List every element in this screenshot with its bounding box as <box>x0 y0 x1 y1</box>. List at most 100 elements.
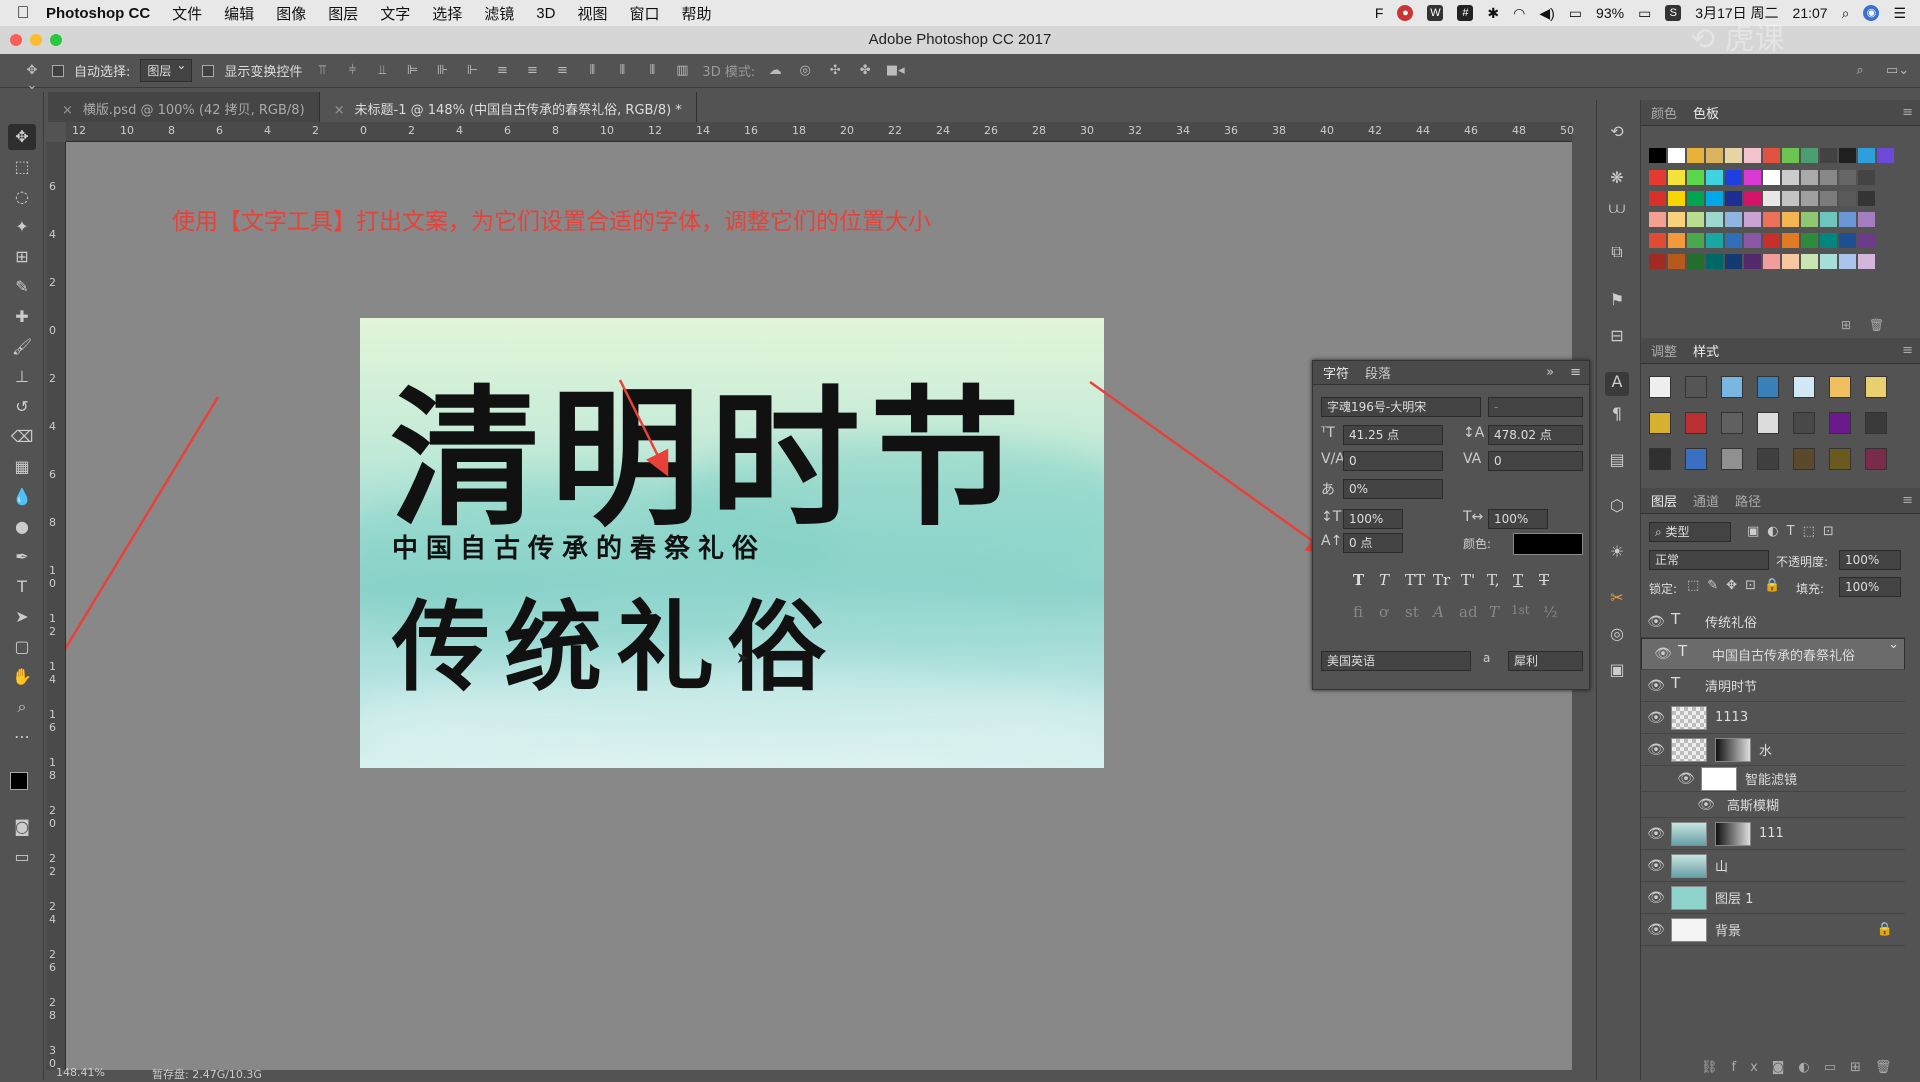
style-preset[interactable] <box>1793 376 1815 398</box>
swatch[interactable] <box>1744 254 1761 269</box>
swatch[interactable] <box>1668 212 1685 227</box>
old-style-button[interactable]: ơ <box>1379 603 1388 621</box>
style-preset[interactable] <box>1721 376 1743 398</box>
align-bottom-icon[interactable]: ⫫ <box>372 63 392 79</box>
visibility-eye-icon[interactable]: 👁 <box>1641 614 1671 630</box>
swatch[interactable] <box>1744 148 1761 163</box>
swatch[interactable] <box>1744 191 1761 206</box>
leading-field[interactable]: 478.02 点 <box>1488 425 1583 445</box>
marquee-tool-icon[interactable]: ⬚ <box>8 154 36 180</box>
style-preset[interactable] <box>1757 448 1779 470</box>
opacity-field[interactable]: 100% <box>1839 550 1901 570</box>
3d-orbit-icon[interactable]: ☁ <box>765 63 785 79</box>
3d-roll-icon[interactable]: ◎ <box>795 63 815 79</box>
close-tab-icon[interactable]: × <box>62 103 73 118</box>
history-brush-tool-icon[interactable]: ↺ <box>8 394 36 420</box>
path-select-tool-icon[interactable]: ➤ <box>8 604 36 630</box>
show-transform-checkbox[interactable] <box>202 64 215 77</box>
style-preset[interactable] <box>1685 448 1707 470</box>
move-tool-icon[interactable]: ✥ <box>8 124 36 150</box>
notification-center-icon[interactable]: ☰ <box>1893 5 1906 22</box>
style-preset[interactable] <box>1865 376 1887 398</box>
lock-icons[interactable]: ⬚✎✥⊡🔒 <box>1687 578 1788 593</box>
swatch[interactable] <box>1687 233 1704 248</box>
shape-tool-icon[interactable]: ▢ <box>8 634 36 660</box>
swatch[interactable] <box>1744 212 1761 227</box>
titling-alternates-button[interactable]: T <box>1489 603 1499 621</box>
eyedropper-tool-icon[interactable]: ✎ <box>8 274 36 300</box>
swatch[interactable] <box>1725 170 1742 185</box>
swatch[interactable] <box>1839 254 1856 269</box>
horizontal-scale-field[interactable]: 100% <box>1488 509 1548 529</box>
swatch[interactable] <box>1687 254 1704 269</box>
status-icon-red[interactable]: ● <box>1397 5 1414 21</box>
swatch[interactable] <box>1820 148 1837 163</box>
3d-panel-icon[interactable]: ⬡ <box>1605 496 1629 520</box>
style-preset[interactable] <box>1649 376 1671 398</box>
swatch[interactable] <box>1649 233 1666 248</box>
style-preset[interactable] <box>1865 448 1887 470</box>
underline-button[interactable]: T <box>1513 571 1523 589</box>
tab-paths[interactable]: 路径 <box>1735 491 1761 510</box>
healing-tool-icon[interactable]: ✚ <box>8 304 36 330</box>
layer-row[interactable]: 👁 山 <box>1641 850 1905 882</box>
swatch[interactable] <box>1839 233 1856 248</box>
swatch[interactable] <box>1649 148 1666 163</box>
swatch[interactable] <box>1839 212 1856 227</box>
collapse-panel-icon[interactable]: » <box>1546 365 1554 380</box>
swatch[interactable] <box>1687 148 1704 163</box>
visibility-eye-icon[interactable]: 👁 <box>1641 678 1671 694</box>
swatch[interactable] <box>1839 170 1856 185</box>
distribute-right-icon[interactable]: ⦀ <box>642 63 662 79</box>
visibility-eye-icon[interactable]: 👁 <box>1641 710 1671 726</box>
menubar-time[interactable]: 21:07 <box>1793 5 1828 21</box>
style-preset[interactable] <box>1829 376 1851 398</box>
gradient-tool-icon[interactable]: ▦ <box>8 454 36 480</box>
pen-tool-icon[interactable]: ✒ <box>8 544 36 570</box>
layer-row[interactable]: 👁 1113 <box>1641 702 1905 734</box>
vertical-scale-field[interactable]: 100% <box>1343 509 1403 529</box>
layer-row[interactable]: 👁 背景 🔒 <box>1641 914 1905 946</box>
style-preset[interactable] <box>1649 412 1671 434</box>
foreground-color-swatch[interactable] <box>10 772 28 790</box>
visibility-eye-icon[interactable]: 👁 <box>1641 922 1671 938</box>
menu-edit[interactable]: 编辑 <box>224 3 254 24</box>
fill-field[interactable]: 100% <box>1839 577 1901 597</box>
swatch[interactable] <box>1801 212 1818 227</box>
style-preset[interactable] <box>1757 376 1779 398</box>
quick-mask-icon[interactable]: ◙ <box>8 814 36 840</box>
ligature-button[interactable]: fi <box>1353 603 1363 621</box>
swatch[interactable] <box>1877 148 1894 163</box>
tab-horizontal-psd[interactable]: × 横版.psd @ 100% (42 拷贝, RGB/8) <box>48 92 320 122</box>
swatch[interactable] <box>1782 191 1799 206</box>
visibility-eye-icon[interactable]: 👁 <box>1641 858 1671 874</box>
zoom-tool-icon[interactable]: ⌕ <box>8 694 36 720</box>
brush-tool-icon[interactable]: 🖌 <box>8 334 36 360</box>
visibility-eye-icon[interactable]: 👁 <box>1641 826 1671 842</box>
panel-menu-icon[interactable]: ≡ <box>1902 343 1913 358</box>
swatch[interactable] <box>1858 254 1875 269</box>
swatch[interactable] <box>1706 254 1723 269</box>
tab-untitled-1[interactable]: × 未标题-1 @ 148% (中国自古传承的春祭礼俗, RGB/8) * <box>319 92 697 122</box>
align-top-icon[interactable]: ⫪ <box>312 63 332 79</box>
search-icon[interactable]: ⌕ <box>1850 63 1870 79</box>
eraser-tool-icon[interactable]: ⌫ <box>8 424 36 450</box>
move-tool-icon[interactable]: ✥ ⌄ <box>22 63 42 93</box>
brush-presets-icon[interactable]: ⩊ <box>1605 198 1629 222</box>
swatch[interactable] <box>1649 170 1666 185</box>
dodge-tool-icon[interactable]: ● <box>8 514 36 540</box>
zoom-level[interactable]: 148.41% <box>56 1066 105 1079</box>
swatch[interactable] <box>1839 148 1856 163</box>
panel-menu-icon[interactable]: ≡ <box>1902 493 1913 508</box>
small-caps-button[interactable]: Tr <box>1433 571 1450 589</box>
swatch[interactable] <box>1820 170 1837 185</box>
ordinals-button[interactable]: 1st <box>1511 603 1530 617</box>
properties-icon[interactable]: ⊟ <box>1605 326 1629 350</box>
status-icon-grid[interactable]: # <box>1457 5 1474 21</box>
menu-filter[interactable]: 滤镜 <box>484 3 514 24</box>
spotlight-icon[interactable]: ⌕ <box>1842 5 1850 22</box>
strikethrough-button[interactable]: T <box>1539 571 1549 589</box>
swatch[interactable] <box>1801 233 1818 248</box>
style-preset[interactable] <box>1829 448 1851 470</box>
all-caps-button[interactable]: TT <box>1405 571 1425 589</box>
